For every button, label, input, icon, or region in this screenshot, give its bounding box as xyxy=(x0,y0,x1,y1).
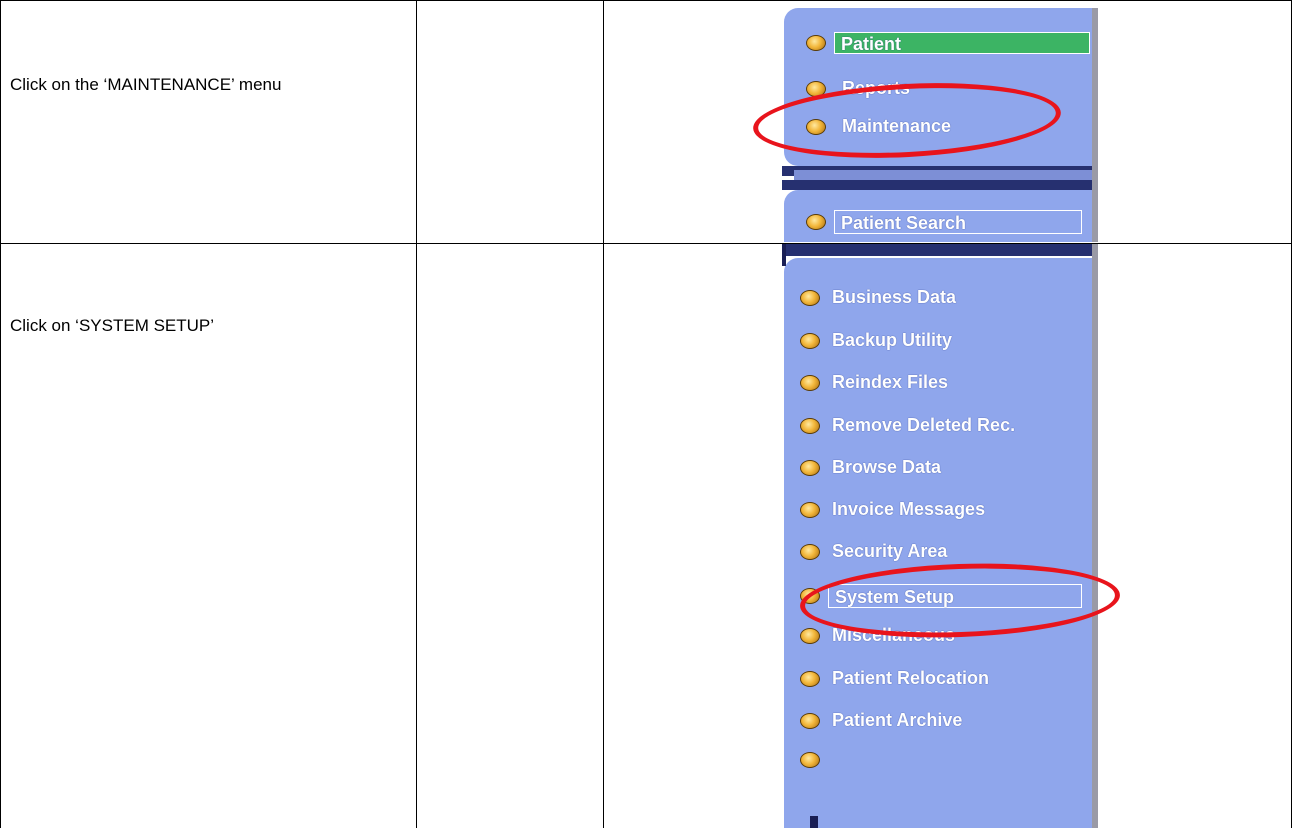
orb-bullet-icon xyxy=(800,712,820,729)
table-column-divider-2 xyxy=(603,0,604,828)
top-menu-screenshot: Patient Reports Maintenance Patient Sear… xyxy=(782,8,1098,242)
submenu-item-label: Remove Deleted Rec. xyxy=(832,415,1016,435)
orb-bullet-icon xyxy=(800,543,820,560)
menu-item-label: Patient Search xyxy=(834,210,1082,234)
menu-item-label: Patient xyxy=(834,32,1090,54)
orb-bullet-icon xyxy=(800,289,820,306)
panel-edge xyxy=(1092,244,1098,828)
submenu-item-patient-archive[interactable]: Patient Archive xyxy=(800,710,962,731)
submenu-item-label: Security Area xyxy=(832,541,948,561)
orb-bullet-icon xyxy=(800,627,820,644)
step-1-instruction: Click on the ‘MAINTENANCE’ menu xyxy=(10,75,282,94)
submenu-item-label: Miscellaneous xyxy=(832,625,956,645)
panel-left-strip xyxy=(782,244,786,266)
orb-bullet-icon xyxy=(800,501,820,518)
menu-item-patient[interactable]: Patient xyxy=(806,32,1090,54)
panel-edge xyxy=(1092,8,1098,242)
table-border-left xyxy=(0,0,1,828)
orb-bullet-icon xyxy=(806,214,826,230)
menu-item-label: Reports xyxy=(842,78,911,98)
submenu-item-label: Business Data xyxy=(832,287,957,307)
submenu-item-security-area[interactable]: Security Area xyxy=(800,541,947,562)
step-2-instruction: Click on ‘SYSTEM SETUP’ xyxy=(10,316,215,335)
submenu-item-miscellaneous[interactable]: Miscellaneous xyxy=(800,625,955,646)
submenu-item-invoice-messages[interactable]: Invoice Messages xyxy=(800,499,985,520)
orb-bullet-icon xyxy=(800,588,820,604)
orb-bullet-icon xyxy=(800,670,820,687)
panel-top-strip xyxy=(782,244,1092,256)
table-border-middle xyxy=(0,243,1292,244)
submenu-item-label: Browse Data xyxy=(832,457,942,477)
instruction-table: Click on the ‘MAINTENANCE’ menu Click on… xyxy=(0,0,1292,828)
submenu-item-empty[interactable] xyxy=(800,752,832,768)
submenu-item-system-setup[interactable]: System Setup xyxy=(800,584,1082,608)
table-column-divider-1 xyxy=(416,0,417,828)
orb-bullet-icon xyxy=(800,417,820,434)
orb-bullet-icon xyxy=(800,459,820,476)
menu-item-maintenance[interactable]: Maintenance xyxy=(806,116,951,137)
panel-separator-lower xyxy=(782,180,1092,190)
menu-item-patient-search[interactable]: Patient Search xyxy=(806,210,1082,234)
orb-bullet-icon xyxy=(800,332,820,349)
submenu-item-patient-relocation[interactable]: Patient Relocation xyxy=(800,668,989,689)
submenu-item-label: Reindex Files xyxy=(832,372,949,392)
menu-item-label: Maintenance xyxy=(842,116,952,136)
orb-bullet-icon xyxy=(806,118,826,135)
submenu-item-label: Patient Relocation xyxy=(832,668,990,688)
submenu-item-remove-deleted[interactable]: Remove Deleted Rec. xyxy=(800,415,1015,436)
orb-bullet-icon xyxy=(800,374,820,391)
submenu-item-label: Patient Archive xyxy=(832,710,963,730)
submenu-item-label: Backup Utility xyxy=(832,330,953,350)
submenu-item-backup-utility[interactable]: Backup Utility xyxy=(800,330,952,351)
table-border-top xyxy=(0,0,1292,1)
maintenance-menu-screenshot: Business Data Backup Utility Reindex Fil… xyxy=(782,244,1098,828)
orb-bullet-icon xyxy=(806,35,826,51)
submenu-item-browse-data[interactable]: Browse Data xyxy=(800,457,941,478)
menu-item-reports[interactable]: Reports xyxy=(806,78,910,99)
orb-bullet-icon xyxy=(806,80,826,97)
separator-bar xyxy=(794,170,1092,180)
submenu-item-business-data[interactable]: Business Data xyxy=(800,287,956,308)
submenu-item-label: System Setup xyxy=(828,584,1082,608)
submenu-item-label: Invoice Messages xyxy=(832,499,986,519)
submenu-item-reindex-files[interactable]: Reindex Files xyxy=(800,372,948,393)
panel-bottom-notch xyxy=(810,816,818,828)
orb-bullet-icon xyxy=(800,752,820,768)
